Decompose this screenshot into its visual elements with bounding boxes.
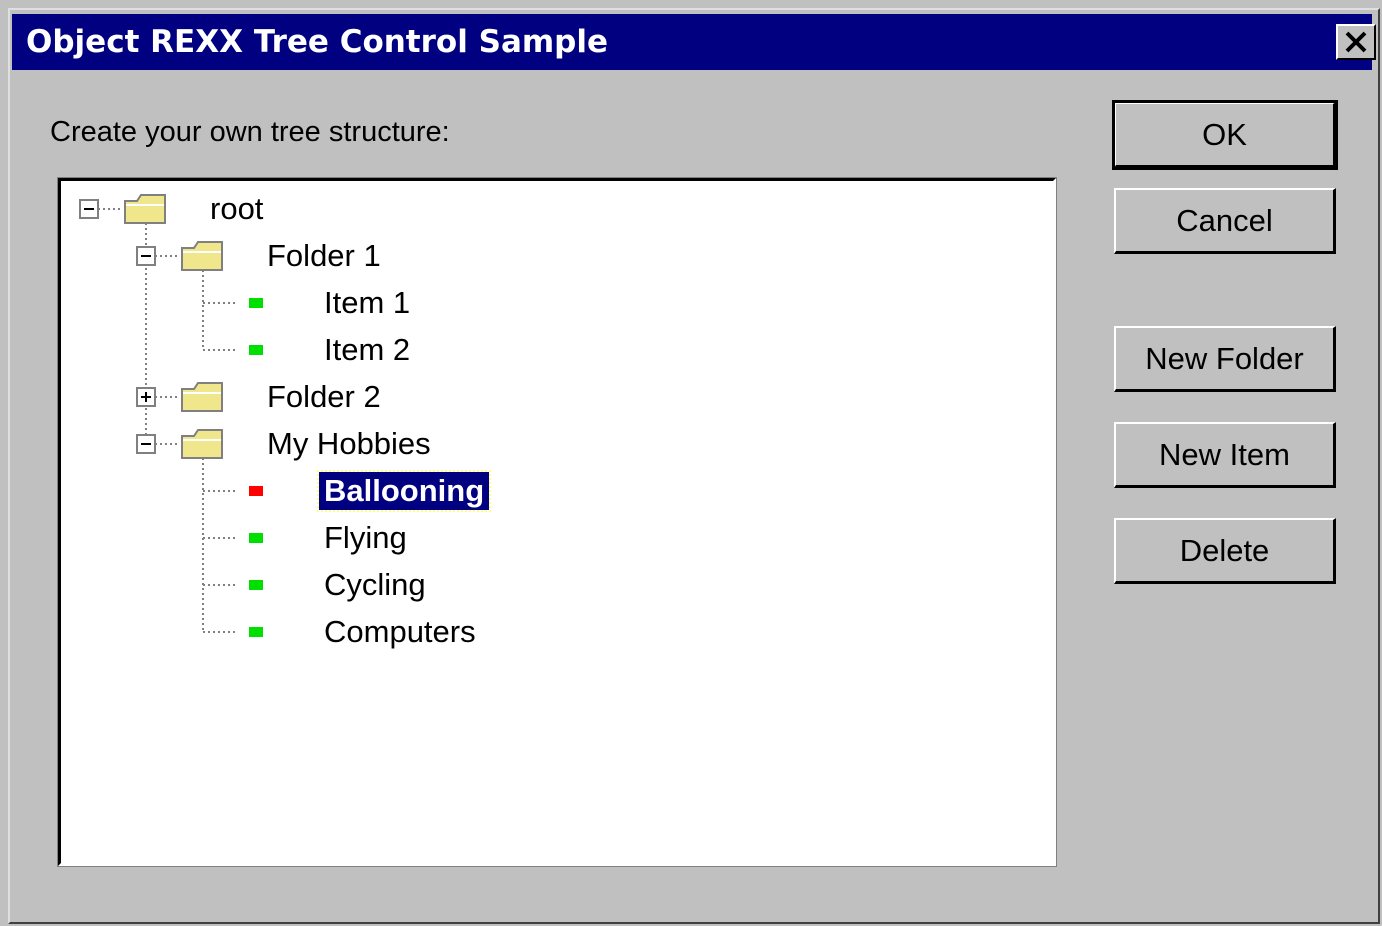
- title-bar[interactable]: Object REXX Tree Control Sample: [12, 14, 1372, 70]
- cancel-button[interactable]: Cancel: [1114, 188, 1336, 254]
- item-marker-icon: [249, 345, 263, 355]
- new-item-button-label: New Item: [1159, 436, 1290, 472]
- tree-item-node[interactable]: Ballooning: [316, 470, 492, 512]
- folder-icon: [181, 429, 223, 459]
- tree-folder-node[interactable]: Folder 2: [262, 378, 386, 416]
- folder-icon: [181, 382, 223, 412]
- close-button[interactable]: [1336, 24, 1376, 60]
- tree-folder-node[interactable]: Folder 1: [262, 237, 386, 275]
- new-folder-button[interactable]: New Folder: [1114, 326, 1336, 392]
- tree-lines: [79, 194, 263, 637]
- ok-button[interactable]: OK: [1112, 100, 1338, 170]
- tree-prompt-label: Create your own tree structure:: [50, 116, 450, 148]
- tree-folder-node[interactable]: root: [205, 190, 268, 228]
- tree-item-node[interactable]: Cycling: [319, 566, 431, 604]
- item-marker-icon: [249, 580, 263, 590]
- cancel-button-label: Cancel: [1176, 202, 1273, 238]
- folder-icon: [181, 241, 223, 271]
- item-marker-icon: [249, 627, 263, 637]
- item-marker-icon: [249, 298, 263, 308]
- new-item-button[interactable]: New Item: [1114, 422, 1336, 488]
- selected-item-marker-icon: [249, 486, 263, 496]
- folder-icon: [124, 194, 166, 224]
- window-title: Object REXX Tree Control Sample: [26, 24, 609, 60]
- tree-view[interactable]: root Folder 1 Item 1 Item 2 Folder 2 My Hobbi…: [57, 177, 1057, 867]
- tree-item-node[interactable]: Computers: [319, 613, 481, 651]
- close-icon: [1345, 31, 1367, 53]
- new-folder-button-label: New Folder: [1145, 340, 1304, 376]
- tree-item-node[interactable]: Item 1: [319, 284, 415, 322]
- delete-button-label: Delete: [1179, 532, 1270, 568]
- ok-button-label: OK: [1202, 116, 1247, 152]
- item-marker-icon: [249, 533, 263, 543]
- tree-folder-node[interactable]: My Hobbies: [262, 425, 436, 463]
- tree-item-node[interactable]: Item 2: [319, 331, 415, 369]
- delete-button[interactable]: Delete: [1114, 518, 1336, 584]
- tree-item-node[interactable]: Flying: [319, 519, 412, 557]
